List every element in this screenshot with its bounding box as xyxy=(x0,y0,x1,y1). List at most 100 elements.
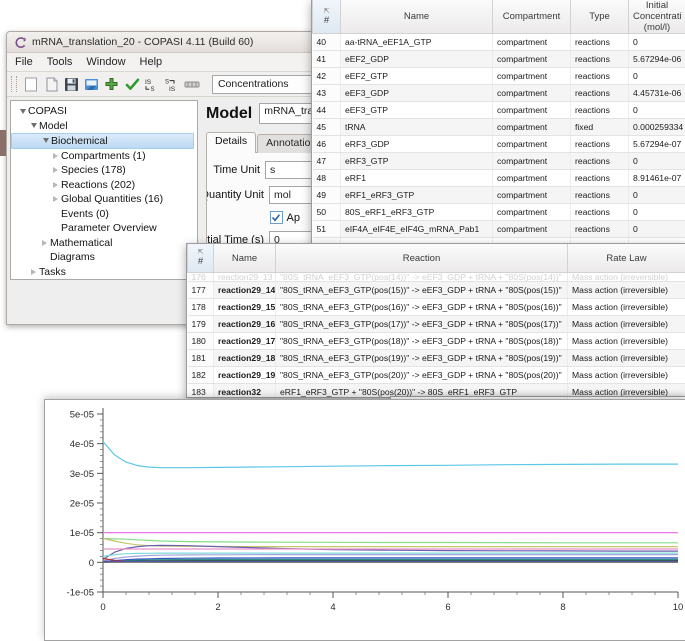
reactions-cell-name: reaction29_15 xyxy=(214,299,276,316)
reactions-table-row[interactable]: 177reaction29_14"80S_tRNA_eEF3_GTP(pos(1… xyxy=(188,282,685,299)
reactions-table-row[interactable]: 180reaction29_17"80S_tRNA_eEF3_GTP(pos(1… xyxy=(188,333,685,350)
species-cell-n: 50 xyxy=(313,204,341,221)
reactions-cell-n: 183 xyxy=(188,384,214,399)
triangle xyxy=(42,240,47,246)
species-table-row[interactable]: 51eIF4A_eIF4E_eIF4G_mRNA_Pab1compartment… xyxy=(313,221,685,238)
species-table-row[interactable]: 49eRF1_eRF3_GTPcompartmentreactions0 xyxy=(313,187,685,204)
species-col-index[interactable]: ⇱ # xyxy=(313,0,341,34)
new-file-icon[interactable] xyxy=(23,75,40,93)
toolbar-grip[interactable] xyxy=(11,76,17,92)
menu-item-window[interactable]: Window xyxy=(86,56,125,68)
species-col-compartment[interactable]: Compartment xyxy=(493,0,571,34)
species-table-row[interactable]: 42eEF2_GTPcompartmentreactions0 xyxy=(313,68,685,85)
reactions-cell-name: reaction29_17 xyxy=(214,333,276,350)
species-cell-name: tRNA xyxy=(341,119,493,136)
tree-item-label: Reactions (202) xyxy=(61,179,135,191)
tree-item-compartments-1[interactable]: Compartments (1) xyxy=(11,149,197,164)
reactions-table[interactable]: ⇱ # Name Reaction Rate Law 176reaction29… xyxy=(187,244,685,398)
is-to-s-icon[interactable]: ISS xyxy=(144,75,161,93)
main-toolbar: ISS SIS Concentrations xyxy=(7,72,334,97)
reactions-table-header: ⇱ # Name Reaction Rate Law xyxy=(188,244,685,273)
reactions-cell-rate: Mass action (irreversible) xyxy=(568,316,685,333)
species-cell-compartment: compartment xyxy=(493,68,571,85)
species-cell-n: 41 xyxy=(313,51,341,68)
chevron-right-icon[interactable] xyxy=(39,240,50,246)
tab-details[interactable]: Details xyxy=(206,132,256,153)
reactions-col-index[interactable]: ⇱ # xyxy=(188,244,214,273)
object-tree[interactable]: COPASIModelBiochemical Compartments (1)Sp… xyxy=(10,100,198,280)
time-course-plot[interactable]: -1e-0501e-052e-053e-054e-055e-050246810 xyxy=(45,400,685,640)
species-cell-type: reactions xyxy=(571,51,629,68)
species-cell-conc: 0 xyxy=(629,187,685,204)
species-cell-n: 46 xyxy=(313,136,341,153)
chevron-right-icon[interactable] xyxy=(50,182,61,188)
chevron-down-icon[interactable] xyxy=(40,138,51,143)
species-cell-n: 48 xyxy=(313,170,341,187)
chevron-right-icon[interactable] xyxy=(50,153,61,159)
save-icon[interactable] xyxy=(63,75,80,93)
species-col-type[interactable]: Type xyxy=(571,0,629,34)
reactions-col-ratelaw[interactable]: Rate Law xyxy=(568,244,685,273)
tree-item-mathematical[interactable]: Mathematical xyxy=(11,236,197,251)
species-table-window: ⇱ # Name Compartment Type Initial Concen… xyxy=(311,0,685,250)
tree-item-parameter-overview[interactable]: Parameter Overview xyxy=(11,221,197,236)
species-cell-compartment: compartment xyxy=(493,221,571,238)
chevron-right-icon[interactable] xyxy=(28,269,39,275)
tree-item-output-specifications[interactable]: Output Specifications xyxy=(11,279,197,280)
apply-checkbox-label: Ap xyxy=(287,212,300,224)
tree-item-label: Biochemical xyxy=(51,135,108,147)
chevron-down-icon[interactable] xyxy=(17,109,28,114)
chevron-down-icon[interactable] xyxy=(28,123,39,128)
reactions-table-row[interactable]: 179reaction29_16"80S_tRNA_eEF3_GTP(pos(1… xyxy=(188,316,685,333)
add-icon[interactable] xyxy=(103,75,120,93)
species-cell-type: reactions xyxy=(571,204,629,221)
tree-item-global-quantities-16[interactable]: Global Quantities (16) xyxy=(11,192,197,207)
menu-item-tools[interactable]: Tools xyxy=(47,56,73,68)
reactions-cell-reaction: "80S_tRNA_eEF3_GTP(pos(17))" -> eEF3_GDP… xyxy=(276,316,568,333)
species-table-row[interactable]: 44eEF3_GTPcompartmentreactions0 xyxy=(313,102,685,119)
time-unit-row: Time Unit s xyxy=(207,161,327,179)
reactions-col-name[interactable]: Name xyxy=(214,244,276,273)
tree-item-events-0[interactable]: Events (0) xyxy=(11,207,197,222)
reactions-col-reaction[interactable]: Reaction xyxy=(276,244,568,273)
s-to-is-icon[interactable]: SIS xyxy=(164,75,181,93)
species-table-row[interactable]: 40aa-tRNA_eEF1A_GTPcompartmentreactions0 xyxy=(313,34,685,51)
species-table-row[interactable]: 46eRF3_GDPcompartmentreactions5.67294e-0… xyxy=(313,136,685,153)
reactions-table-row[interactable]: 178reaction29_15"80S_tRNA_eEF3_GTP(pos(1… xyxy=(188,299,685,316)
y-tick-label: -1e-05 xyxy=(67,588,94,599)
tree-item-reactions-202[interactable]: Reactions (202) xyxy=(11,178,197,193)
tree-item-biochemical[interactable]: Biochemical xyxy=(11,133,194,149)
menu-item-file[interactable]: File xyxy=(15,56,33,68)
menu-item-help[interactable]: Help xyxy=(140,56,163,68)
tree-item-diagrams[interactable]: Diagrams xyxy=(11,250,197,265)
species-table-row[interactable]: 5080S_eRF1_eRF3_GTPcompartmentreactions0 xyxy=(313,204,685,221)
window-title: mRNA_translation_20 - COPASI 4.11 (Build… xyxy=(32,36,253,48)
chevron-right-icon[interactable] xyxy=(50,167,61,173)
y-tick-label: 0 xyxy=(89,558,94,569)
tree-item-tasks[interactable]: Tasks xyxy=(11,265,197,280)
species-col-name[interactable]: Name xyxy=(341,0,493,34)
species-col-conc[interactable]: Initial Concentrati (mol/l) xyxy=(629,0,685,34)
sliders-icon[interactable] xyxy=(184,75,201,93)
species-table-row[interactable]: 47eRF3_GTPcompartmentreactions0 xyxy=(313,153,685,170)
check-icon[interactable] xyxy=(123,75,140,93)
reactions-table-row-partial[interactable]: 176reaction29_13"80S_tRNA_eEF3_GTP(pos(1… xyxy=(188,273,685,282)
reactions-cell-name: reaction32 xyxy=(214,384,276,399)
apply-checkbox[interactable] xyxy=(270,211,283,224)
species-table-row[interactable]: 45tRNAcompartmentfixed0.000259334 xyxy=(313,119,685,136)
chevron-right-icon[interactable] xyxy=(50,196,61,202)
species-table-row[interactable]: 41eEF2_GDPcompartmentreactions5.67294e-0… xyxy=(313,51,685,68)
open-file-icon[interactable] xyxy=(43,75,60,93)
tree-item-model[interactable]: Model xyxy=(11,119,197,134)
species-table[interactable]: ⇱ # Name Compartment Type Initial Concen… xyxy=(312,0,685,250)
save-as-icon[interactable] xyxy=(83,75,100,93)
species-table-row[interactable]: 48eRF1compartmentreactions8.91461e-07 xyxy=(313,170,685,187)
reactions-table-row[interactable]: 181reaction29_18"80S_tRNA_eEF3_GTP(pos(1… xyxy=(188,350,685,367)
species-table-row[interactable]: 43eEF3_GDPcompartmentreactions4.45731e-0… xyxy=(313,85,685,102)
tree-item-species-178[interactable]: Species (178) xyxy=(11,163,197,178)
reactions-table-row[interactable]: 182reaction29_19"80S_tRNA_eEF3_GTP(pos(2… xyxy=(188,367,685,384)
tree-item-copasi[interactable]: COPASI xyxy=(11,104,197,119)
tree-item-label: Parameter Overview xyxy=(61,222,157,234)
species-cell-name: 80S_eRF1_eRF3_GTP xyxy=(341,204,493,221)
species-cell-name: eEF3_GTP xyxy=(341,102,493,119)
